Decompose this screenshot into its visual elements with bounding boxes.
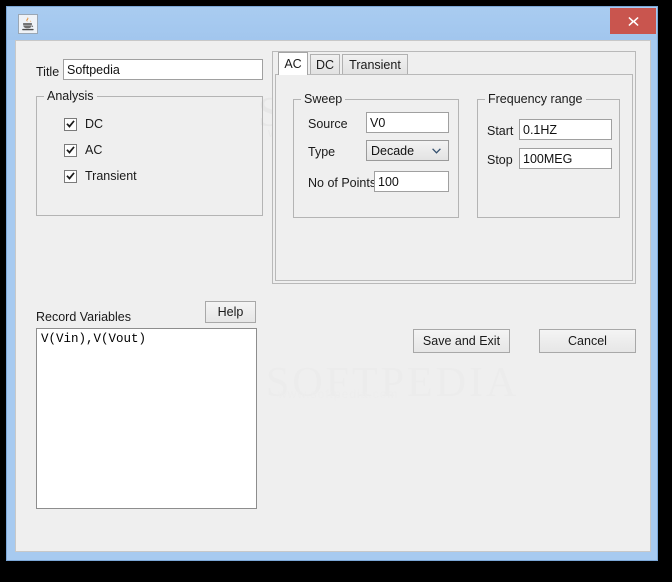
checkbox-transient[interactable]: Transient xyxy=(64,169,137,183)
checkbox-dc-box[interactable] xyxy=(64,117,77,131)
tab-dc-label: DC xyxy=(315,57,335,72)
save-and-exit-button[interactable]: Save and Exit xyxy=(413,329,510,353)
check-icon xyxy=(66,119,75,128)
check-icon xyxy=(66,145,75,154)
sweep-group: Sweep Source V0 Type Decade No of Points xyxy=(293,92,459,218)
tab-transient[interactable]: Transient xyxy=(342,54,408,74)
analysis-tab-pane: AC DC Transient Sweep Source V0 Type Dec… xyxy=(272,51,636,284)
chevron-down-icon xyxy=(432,141,441,160)
record-variables-textarea[interactable]: V(Vin),V(Vout) xyxy=(36,328,257,509)
tab-strip: AC DC Transient xyxy=(273,52,635,75)
application-window: SOFTPEDIA www.softpedia.com SOFTPEDIA ww… xyxy=(6,6,658,561)
stop-label: Stop xyxy=(487,153,513,167)
check-icon xyxy=(66,171,75,180)
sweep-group-label: Sweep xyxy=(301,92,346,106)
points-label: No of Points xyxy=(308,176,377,190)
help-button[interactable]: Help xyxy=(205,301,256,323)
checkbox-transient-label: Transient xyxy=(85,169,137,183)
checkbox-transient-box[interactable] xyxy=(64,169,77,183)
checkbox-dc-label: DC xyxy=(85,117,104,131)
frequency-range-group: Frequency range Start 0.1HZ Stop 100MEG xyxy=(477,92,620,218)
start-input[interactable]: 0.1HZ xyxy=(519,119,612,140)
close-button[interactable] xyxy=(610,8,656,34)
java-coffee-cup-icon[interactable] xyxy=(18,14,38,34)
type-select-value: Decade xyxy=(371,143,415,158)
analysis-group: Analysis DC AC Transient xyxy=(36,89,263,216)
cancel-button[interactable]: Cancel xyxy=(539,329,636,353)
type-select[interactable]: Decade xyxy=(366,140,449,161)
checkbox-ac[interactable]: AC xyxy=(64,143,102,157)
close-icon xyxy=(627,16,639,26)
tab-panel-ac: Sweep Source V0 Type Decade No of Points xyxy=(275,74,633,281)
record-variables-label: Record Variables xyxy=(36,310,131,324)
type-label: Type xyxy=(308,145,336,159)
watermark-url-secondary: www.softpedia.com xyxy=(278,387,399,401)
checkbox-ac-label: AC xyxy=(85,143,103,157)
stop-input[interactable]: 100MEG xyxy=(519,148,612,169)
watermark-brand-secondary: SOFTPEDIA xyxy=(266,360,520,406)
tab-transient-label: Transient xyxy=(349,57,401,72)
tab-dc[interactable]: DC xyxy=(310,54,340,74)
tab-ac-label: AC xyxy=(284,57,302,71)
title-label: Title xyxy=(36,65,60,79)
title-bar[interactable] xyxy=(7,7,657,40)
points-input[interactable]: 100 xyxy=(374,171,449,192)
checkbox-dc[interactable]: DC xyxy=(64,117,103,131)
main-content-panel: SOFTPEDIA www.softpedia.com SOFTPEDIA ww… xyxy=(15,40,651,552)
frequency-range-group-label: Frequency range xyxy=(485,92,586,106)
source-input[interactable]: V0 xyxy=(366,112,449,133)
start-label: Start xyxy=(487,124,514,138)
analysis-group-label: Analysis xyxy=(44,89,97,103)
title-input[interactable]: Softpedia xyxy=(63,59,263,80)
tab-ac[interactable]: AC xyxy=(278,52,308,75)
source-label: Source xyxy=(308,117,348,131)
checkbox-ac-box[interactable] xyxy=(64,143,77,157)
